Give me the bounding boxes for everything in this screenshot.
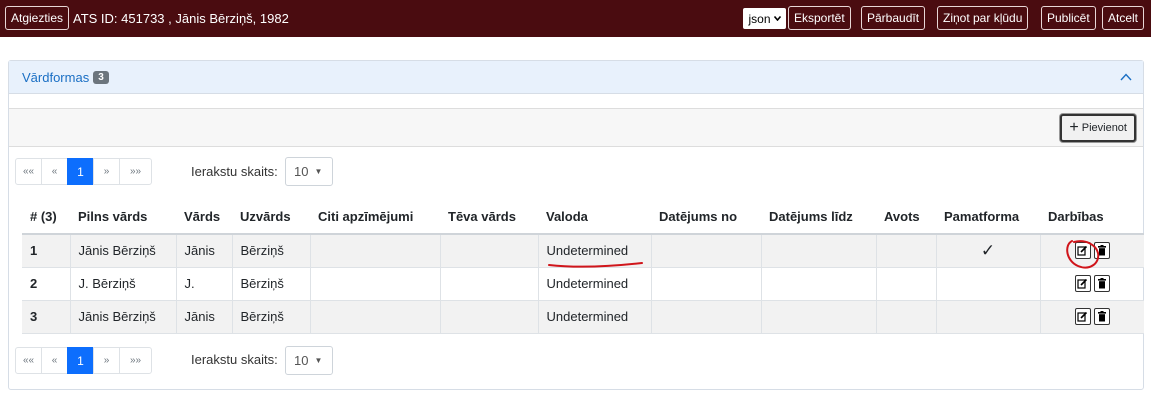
table-row: 1 Jānis Bērziņš Jānis Bērziņš Undetermin… — [22, 234, 1144, 268]
back-button[interactable]: Atgiezties — [5, 6, 70, 30]
page-last[interactable]: »» — [119, 347, 152, 374]
page-first[interactable]: «« — [15, 158, 42, 185]
page-next[interactable]: » — [93, 347, 120, 374]
cell-date-to — [760, 267, 876, 301]
page-prev[interactable]: « — [41, 347, 68, 374]
page-current[interactable]: 1 — [67, 158, 94, 185]
publish-button[interactable]: Publicēt — [1041, 6, 1096, 30]
delete-icon[interactable] — [1093, 242, 1110, 260]
cell-father — [439, 300, 538, 334]
plus-icon: + — [1069, 119, 1079, 136]
cell-num: 3 — [22, 300, 70, 334]
cell-source — [875, 234, 936, 268]
cancel-button[interactable]: Atcelt — [1102, 6, 1145, 30]
cell-source — [875, 300, 936, 334]
col-base-form[interactable]: Pamatforma — [936, 199, 1040, 235]
format-value: json — [748, 11, 771, 26]
cell-date-to — [760, 234, 876, 268]
cell-actions — [1039, 267, 1144, 301]
count-badge: 3 — [93, 70, 109, 84]
cell-other — [309, 267, 440, 301]
col-last-name[interactable]: Uzvārds — [232, 199, 310, 235]
col-source[interactable]: Avots — [876, 199, 936, 235]
cell-language: Undetermined — [537, 234, 651, 268]
cell-last-name: Bērziņš — [231, 300, 310, 334]
caret-down-icon: ▼ — [314, 167, 323, 176]
cell-full-name: J. Bērziņš — [69, 267, 176, 301]
page-prev[interactable]: « — [41, 158, 68, 185]
cell-other — [309, 300, 440, 334]
cell-date-from — [650, 267, 761, 301]
panel-toolbar: + Pievienot — [9, 108, 1143, 147]
export-button[interactable]: Eksportēt — [788, 6, 851, 30]
records-select[interactable]: 10 ▼ — [285, 157, 333, 186]
cell-actions — [1039, 300, 1144, 334]
delete-icon[interactable] — [1093, 275, 1110, 292]
page-last[interactable]: »» — [119, 158, 152, 185]
edit-icon[interactable] — [1074, 275, 1091, 292]
cell-first-name: Jānis — [175, 234, 232, 268]
panel-title: Vārdformas — [22, 69, 90, 85]
cell-base-form — [935, 267, 1040, 301]
records-value: 10 — [294, 353, 309, 368]
cell-language: Undetermined — [537, 300, 651, 334]
page-current[interactable]: 1 — [67, 347, 94, 374]
cell-base-form — [935, 300, 1040, 334]
panel-header[interactable]: Vārdformas 3 — [9, 61, 1143, 94]
records-select[interactable]: 10 ▼ — [285, 346, 333, 375]
pagination-bottom: «« « 1 » »» — [15, 347, 152, 374]
cell-last-name: Bērziņš — [231, 234, 310, 268]
add-button-label: Pievienot — [1081, 122, 1127, 134]
add-button[interactable]: + Pievienot — [1060, 114, 1136, 142]
col-language[interactable]: Valoda — [538, 199, 651, 235]
cell-father — [439, 267, 538, 301]
validate-button[interactable]: Pārbaudīt — [861, 6, 926, 30]
cell-last-name: Bērziņš — [231, 267, 310, 301]
col-first-name[interactable]: Vārds — [176, 199, 232, 235]
cell-other — [309, 234, 440, 268]
col-date-to[interactable]: Datējums līdz — [761, 199, 876, 235]
page-first[interactable]: «« — [15, 347, 42, 374]
edit-icon[interactable] — [1074, 242, 1091, 260]
records-label: Ierakstu skaits: — [191, 164, 278, 179]
caret-down-icon: ▼ — [314, 356, 323, 365]
cell-first-name: Jānis — [175, 300, 232, 334]
cell-num: 1 — [22, 234, 70, 268]
table-header-row: # (3) Pilns vārds Vārds Uzvārds Citi apz… — [22, 199, 1144, 235]
col-full-name[interactable]: Pilns vārds — [70, 199, 176, 235]
col-date-from[interactable]: Datējums no — [651, 199, 761, 235]
name-forms-table: # (3) Pilns vārds Vārds Uzvārds Citi apz… — [22, 199, 1144, 334]
col-other[interactable]: Citi apzīmējumi — [310, 199, 440, 235]
delete-icon[interactable] — [1093, 308, 1110, 325]
cell-date-from — [650, 300, 761, 334]
table-row: 2 J. Bērziņš J. Bērziņš Undetermined — [22, 267, 1144, 301]
records-value: 10 — [294, 164, 309, 179]
col-num[interactable]: # (3) — [22, 199, 70, 235]
edit-icon[interactable] — [1074, 308, 1091, 325]
cell-father — [439, 234, 538, 268]
cell-full-name: Jānis Bērziņš — [69, 300, 176, 334]
chevron-down-icon — [773, 16, 781, 21]
cell-num: 2 — [22, 267, 70, 301]
page-next[interactable]: » — [93, 158, 120, 185]
cell-date-from — [650, 234, 761, 268]
format-select[interactable]: json — [743, 8, 786, 29]
col-father[interactable]: Tēva vārds — [440, 199, 538, 235]
record-title: ATS ID: 451733 , Jānis Bērziņš, 1982 — [73, 11, 289, 26]
top-bar: Atgiezties ATS ID: 451733 , Jānis Bērziņ… — [0, 0, 1151, 37]
chevron-up-icon[interactable] — [1119, 70, 1133, 84]
base-form-check-icon: ✓ — [935, 234, 1040, 268]
cell-date-to — [760, 300, 876, 334]
cell-source — [875, 267, 936, 301]
pagination-top: «« « 1 » »» — [15, 158, 152, 185]
col-actions: Darbības — [1040, 199, 1144, 235]
table-row: 3 Jānis Bērziņš Jānis Bērziņš Undetermin… — [22, 300, 1144, 334]
report-error-button[interactable]: Ziņot par kļūdu — [937, 6, 1029, 30]
cell-language: Undetermined — [537, 267, 651, 301]
records-label: Ierakstu skaits: — [191, 352, 278, 367]
cell-full-name: Jānis Bērziņš — [69, 234, 176, 268]
cell-first-name: J. — [175, 267, 232, 301]
cell-actions — [1039, 234, 1144, 268]
